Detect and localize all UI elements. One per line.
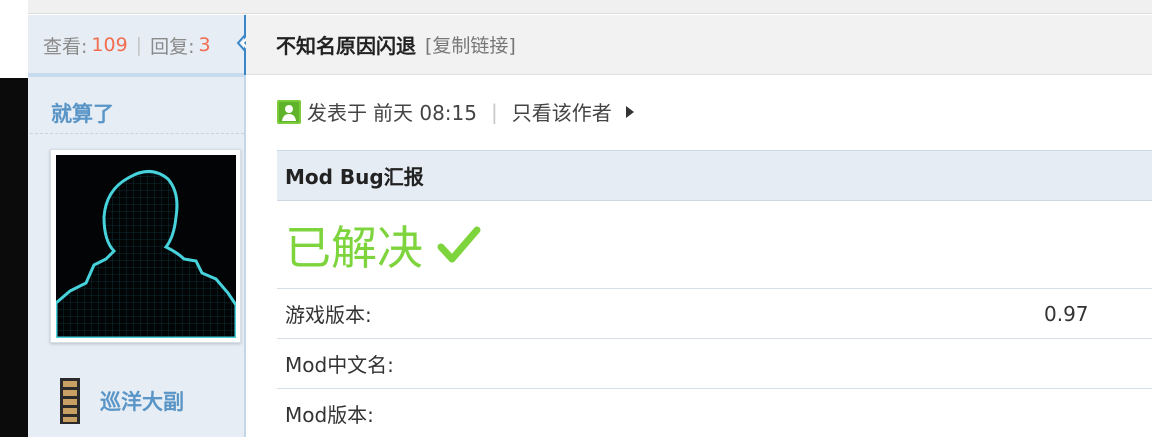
table-row: Mod版本: (277, 389, 1152, 437)
game-version-value: 0.97 (1044, 301, 1089, 326)
report-header: Mod Bug汇报 (277, 150, 1152, 201)
post-meta: 发表于 前天 08:15 | 只看该作者 (277, 97, 634, 126)
author-rank: 巡洋大副 (58, 378, 184, 424)
author-name[interactable]: 就算了 (51, 98, 114, 128)
mod-version-label: Mod版本: (285, 403, 374, 427)
play-triangle-icon[interactable] (625, 105, 634, 118)
avatar[interactable] (50, 149, 241, 343)
status-row: 已解决 (277, 201, 1152, 289)
resolved-status: 已解决 (285, 220, 423, 275)
game-version-label: 游戏版本: (285, 303, 372, 327)
thread-header: 不知名原因闪退 [复制链接] (246, 15, 1152, 75)
checkmark-icon (437, 226, 481, 262)
views-label: 查看: (43, 35, 88, 58)
only-author-link[interactable]: 只看该作者 (512, 97, 612, 126)
rank-title: 巡洋大副 (100, 390, 184, 414)
bug-report-table: Mod Bug汇报 已解决 游戏版本: 0.97 Mod中文名: Mod版本: (277, 150, 1152, 437)
replies-label: 回复: (150, 35, 195, 58)
mod-chinese-name-label: Mod中文名: (285, 353, 394, 377)
stats-separator: | (135, 34, 143, 56)
top-bar (28, 0, 1152, 14)
views-count: 109 (91, 34, 128, 56)
thread-stats: 查看: 109 | 回复: 3 (28, 15, 246, 75)
copy-link-button[interactable]: [复制链接] (425, 31, 516, 58)
table-row: Mod中文名: (277, 339, 1152, 389)
thread-title: 不知名原因闪退 (276, 34, 416, 58)
rank-ladder-icon (60, 378, 80, 424)
author-divider (30, 133, 244, 134)
table-row: 游戏版本: 0.97 (277, 289, 1152, 339)
online-status-icon (277, 99, 301, 124)
left-dark-strip (0, 78, 28, 437)
sidebar-divider (244, 15, 246, 437)
meta-separator: | (491, 99, 498, 124)
page-left-edge (0, 0, 28, 437)
replies-count: 3 (198, 34, 211, 56)
posted-time: 前天 08:15 (373, 101, 477, 125)
posted-prefix: 发表于 (307, 101, 367, 125)
avatar-silhouette-icon (56, 155, 236, 338)
